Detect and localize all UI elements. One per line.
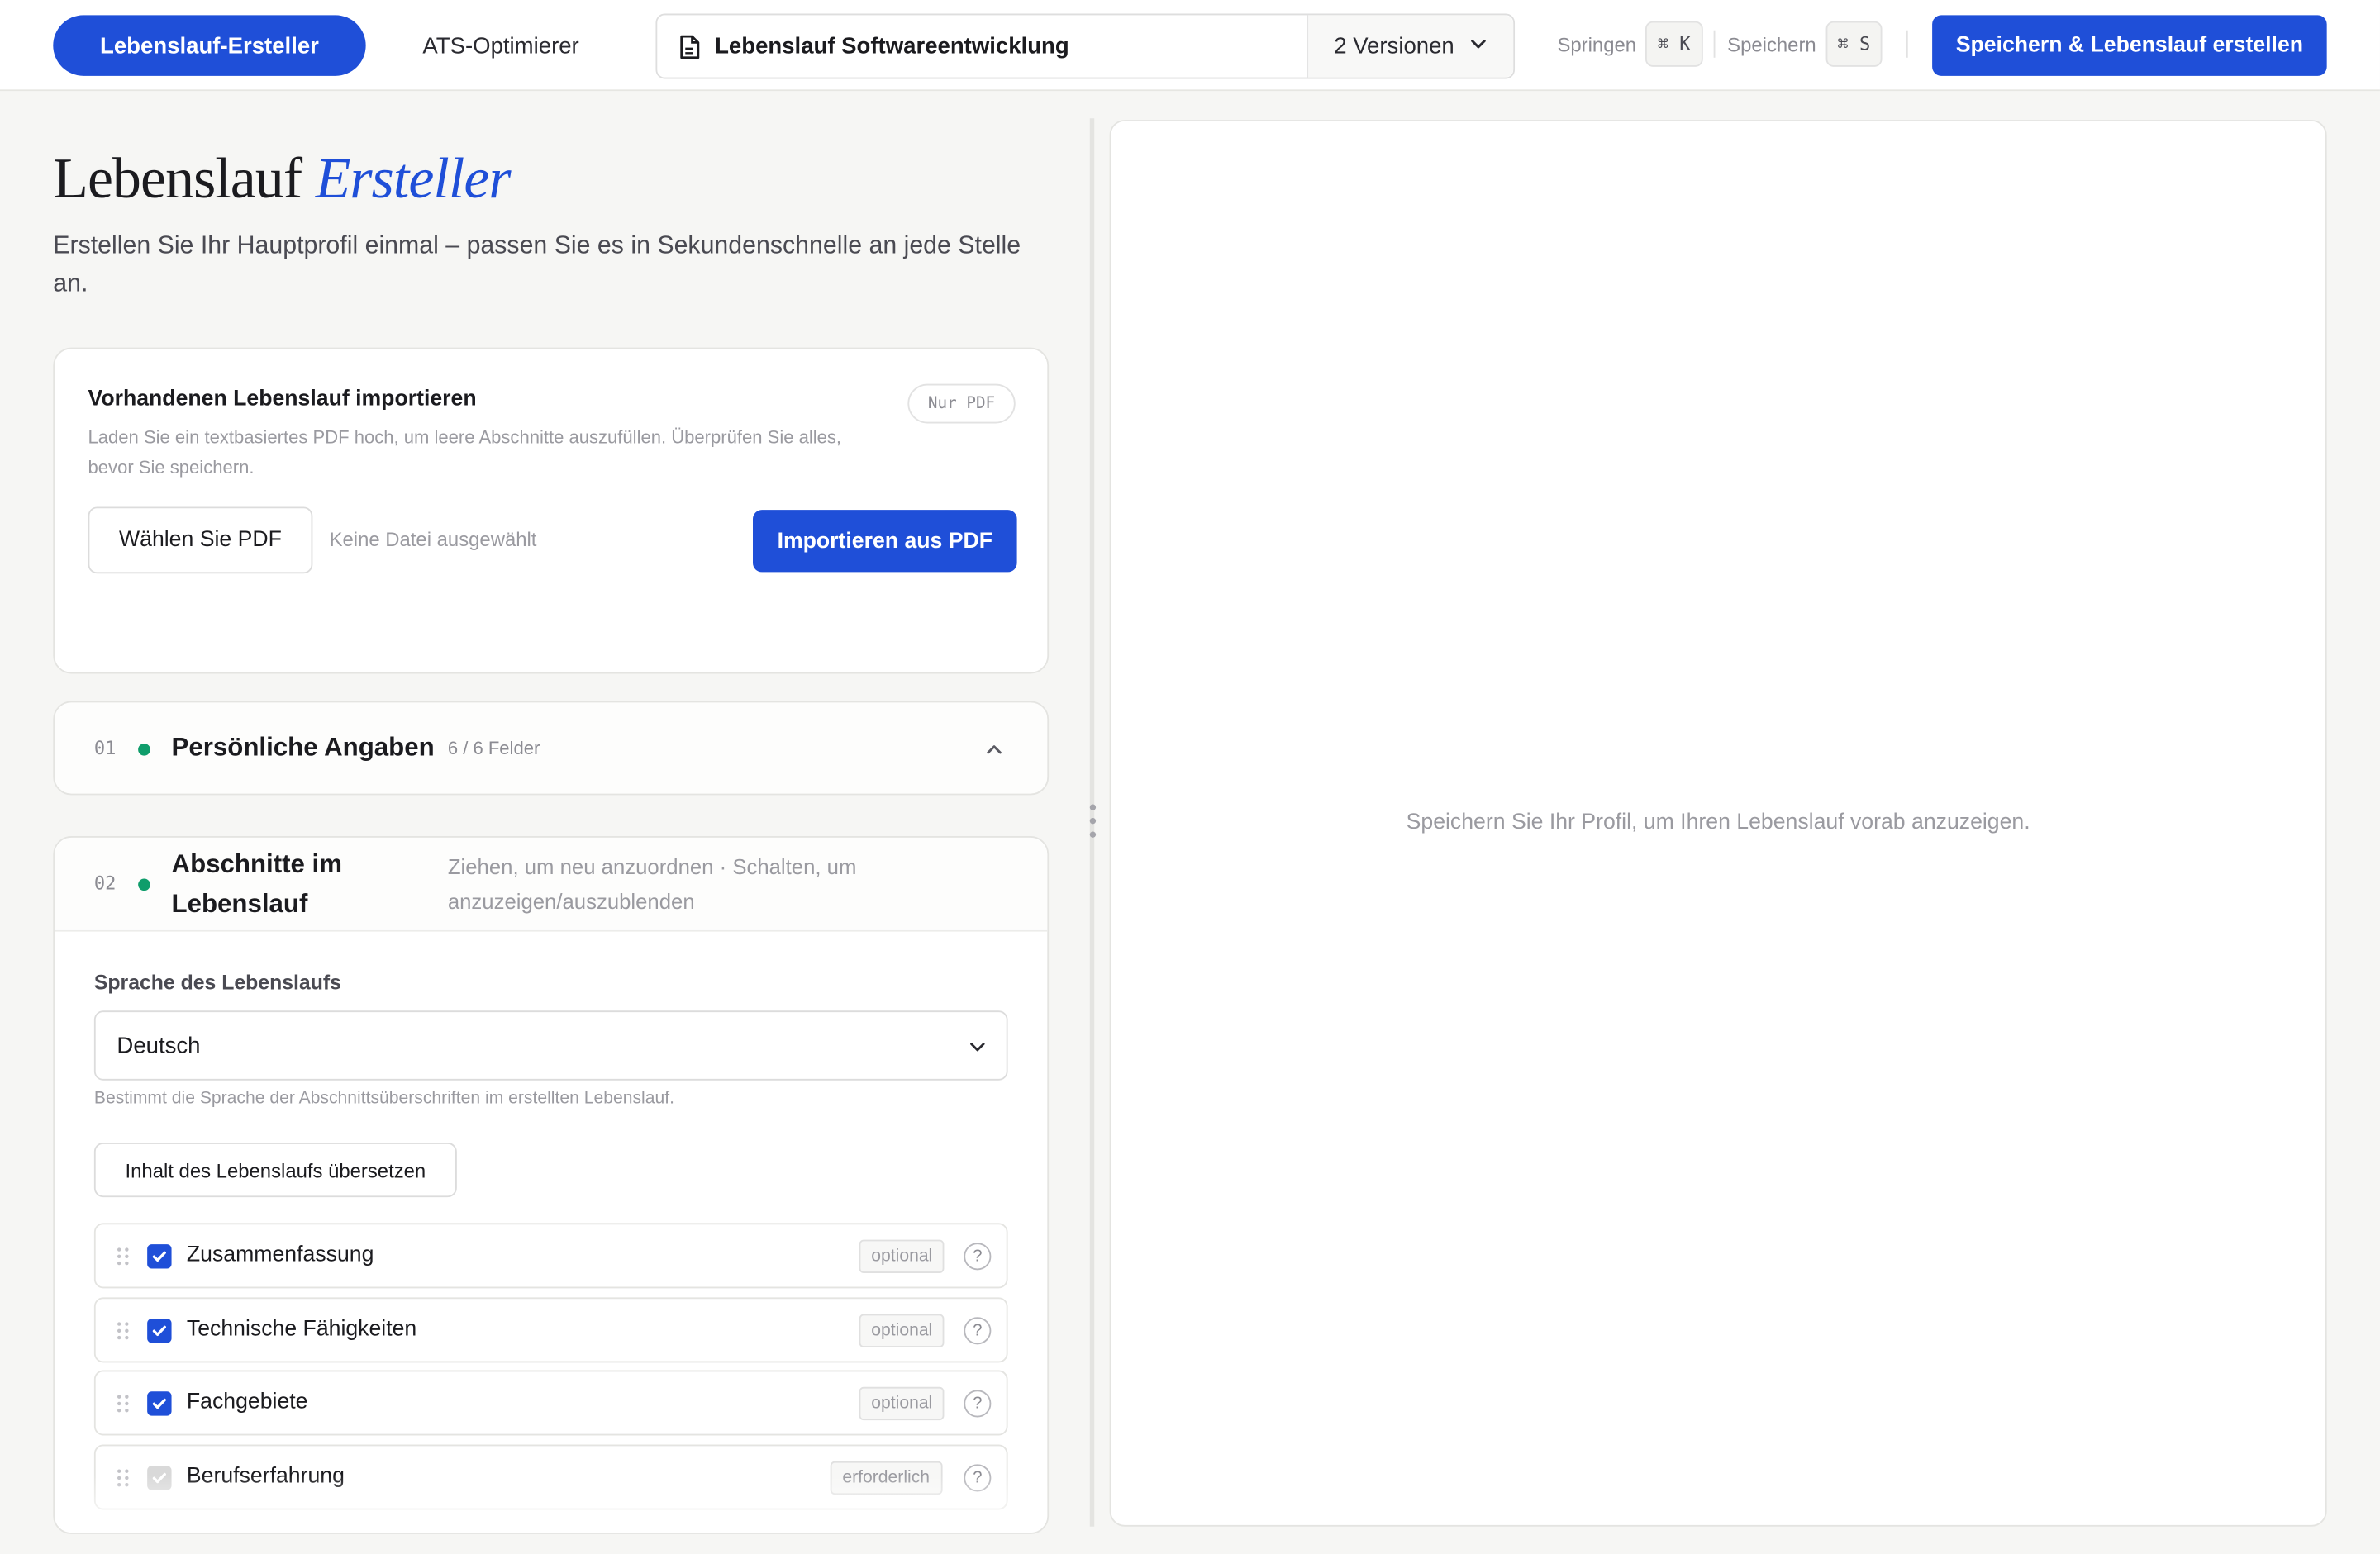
section-checkbox[interactable] [147, 1319, 172, 1343]
page-title-accent: Ersteller [315, 147, 512, 211]
divider [1906, 30, 1908, 58]
drag-handle-icon[interactable] [116, 1246, 131, 1267]
page-subtitle: Erstellen Sie Ihr Hauptprofil einmal – p… [53, 232, 1021, 297]
shortcut-save-label: Speichern [1727, 32, 1816, 56]
import-pdf-button[interactable]: Importieren aus PDF [753, 510, 1017, 573]
section-title: Persönliche Angaben [171, 733, 435, 763]
list-item-label: Zusammenfassung [186, 1243, 374, 1267]
list-item-label: Berufserfahrung [186, 1464, 345, 1489]
document-name-field[interactable]: Lebenslauf Softwareentwicklung [657, 15, 1309, 78]
section-personal-details[interactable]: 01 Persönliche Angaben 6 / 6 Felder [53, 701, 1050, 796]
list-item: Fachgebiete optional ? [93, 1370, 1008, 1436]
versions-dropdown[interactable]: 2 Versionen [1308, 15, 1514, 78]
shortcut-save-key: ⌘ S [1825, 21, 1883, 67]
app-window: Lebenslauf-Ersteller ATS-Optimierer Lebe… [0, 0, 2380, 1554]
status-dot-icon [138, 743, 150, 756]
shortcut-jump: Springen ⌘ K [1557, 21, 1703, 67]
list-item-label: Fachgebiete [186, 1390, 308, 1414]
required-badge: erforderlich [830, 1461, 942, 1495]
shortcut-save: Speichern ⌘ S [1727, 21, 1883, 67]
chevron-down-icon [967, 1036, 988, 1057]
resume-preview-panel: Speichern Sie Ihr Profil, um Ihren Leben… [1109, 120, 2327, 1527]
drag-grip-icon [1088, 804, 1096, 838]
import-description: Laden Sie ein textbasiertes PDF hoch, um… [88, 426, 842, 478]
section-resume-sections: 02 Abschnitte im Lebenslauf Ziehen, um n… [53, 836, 1050, 1534]
language-selected-value: Deutsch [117, 1032, 201, 1059]
import-title: Vorhandenen Lebenslauf importieren [88, 387, 477, 411]
optional-badge: optional [859, 1314, 945, 1347]
pane-resize-handle[interactable] [1088, 118, 1096, 1527]
list-item: Zusammenfassung optional ? [93, 1223, 1008, 1289]
optional-badge: optional [859, 1386, 945, 1421]
language-help-text: Bestimmt die Sprache der Abschnittsübers… [93, 1089, 674, 1108]
document-selector[interactable]: Lebenslauf Softwareentwicklung 2 Version… [655, 13, 1516, 79]
drag-handle-icon[interactable] [116, 1320, 131, 1342]
section-field-count: 6 / 6 Felder [447, 737, 540, 759]
help-icon[interactable]: ? [964, 1317, 992, 1345]
section-checkbox[interactable] [147, 1244, 172, 1269]
section-number: 02 [93, 872, 117, 894]
save-and-create-button[interactable]: Speichern & Lebenslauf erstellen [1932, 15, 2327, 76]
tab-ats-optimizer[interactable]: ATS-Optimierer [392, 15, 610, 75]
page-title-main: Lebenslauf [53, 147, 302, 211]
document-icon [678, 34, 700, 59]
section-checkbox[interactable] [147, 1391, 172, 1416]
shortcut-jump-label: Springen [1557, 32, 1637, 56]
section-title: Abschnitte im Lebenslauf [171, 849, 343, 919]
language-label: Sprache des Lebenslaufs [93, 971, 341, 995]
preview-empty-message: Speichern Sie Ihr Profil, um Ihren Leben… [1406, 810, 2030, 835]
drag-handle-icon[interactable] [116, 1467, 131, 1489]
no-file-label: Keine Datei ausgewählt [329, 528, 537, 551]
section-checkbox-disabled [147, 1466, 172, 1490]
choose-pdf-button[interactable]: Wählen Sie PDF [88, 506, 313, 574]
chevron-up-icon[interactable] [983, 739, 1005, 760]
list-item: Technische Fähigkeiten optional ? [93, 1297, 1008, 1363]
language-select[interactable]: Deutsch [93, 1010, 1008, 1081]
top-bar: Lebenslauf-Ersteller ATS-Optimierer Lebe… [0, 0, 2380, 92]
chevron-down-icon [1469, 33, 1488, 59]
status-dot-icon [138, 878, 150, 891]
list-item-label: Technische Fähigkeiten [186, 1317, 417, 1342]
divider [1713, 30, 1716, 58]
help-icon[interactable]: ? [964, 1464, 992, 1492]
import-card: Vorhandenen Lebenslauf importieren Laden… [53, 347, 1050, 674]
versions-label: 2 Versionen [1334, 33, 1454, 59]
drag-handle-icon[interactable] [116, 1393, 131, 1414]
page-title: Lebenslauf Ersteller [53, 145, 512, 212]
section-hint: Ziehen, um neu anzuordnen · Schalten, um… [447, 854, 857, 914]
tab-resume-builder[interactable]: Lebenslauf-Ersteller [53, 15, 366, 76]
translate-content-button[interactable]: Inhalt des Lebenslaufs übersetzen [93, 1143, 457, 1198]
shortcut-jump-key: ⌘ K [1645, 21, 1703, 67]
section-header[interactable]: 02 Abschnitte im Lebenslauf Ziehen, um n… [55, 837, 1048, 932]
section-number: 01 [93, 737, 117, 759]
pdf-only-badge: Nur PDF [907, 383, 1016, 424]
optional-badge: optional [859, 1239, 945, 1273]
help-icon[interactable]: ? [964, 1243, 992, 1271]
help-icon[interactable]: ? [964, 1390, 992, 1418]
document-name: Lebenslauf Softwareentwicklung [715, 33, 1069, 59]
list-item: Berufserfahrung erforderlich ? [93, 1444, 1008, 1510]
